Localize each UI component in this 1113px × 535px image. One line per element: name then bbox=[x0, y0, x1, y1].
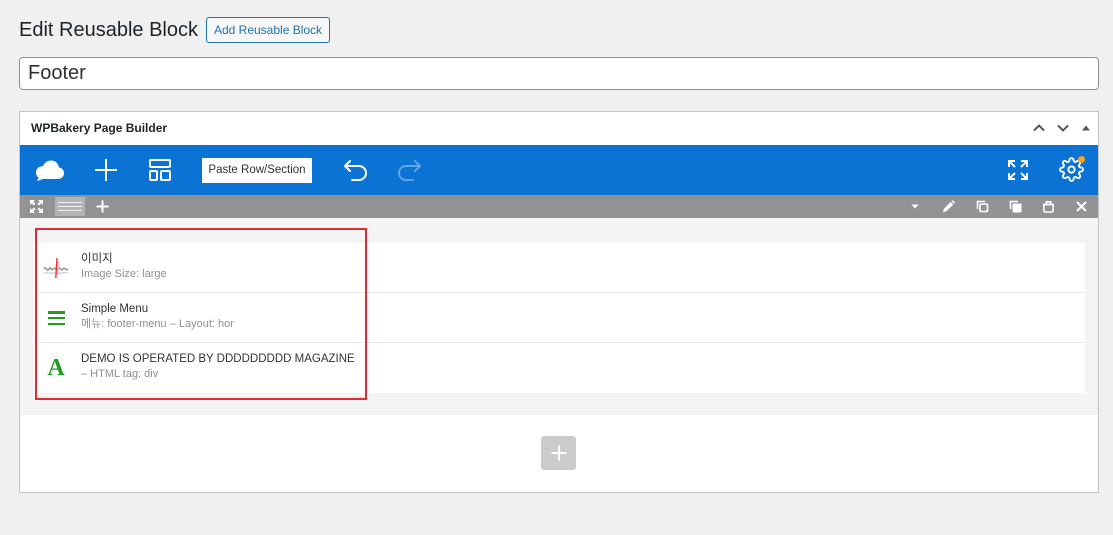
list-item[interactable]: Simple Menu 메뉴: footer-menu – Layout: ho… bbox=[34, 293, 1085, 343]
element-meta: – HTML tag: div bbox=[81, 368, 159, 380]
page-builder-panel: WPBakery Page Builder Paste Row/Section bbox=[19, 111, 1099, 493]
page-header: Edit Reusable Block Add Reusable Block bbox=[19, 17, 331, 43]
list-item-text: Simple Menu 메뉴: footer-menu – Layout: ho… bbox=[81, 302, 234, 332]
element-list: 이미지 Image Size: large Simple Menu 메뉴: fo… bbox=[34, 243, 1085, 393]
paste-row-section-button[interactable]: Paste Row/Section bbox=[202, 158, 312, 183]
triangle-up-icon[interactable] bbox=[1081, 123, 1091, 133]
plus-icon bbox=[551, 445, 566, 461]
pencil-icon[interactable] bbox=[942, 200, 955, 213]
element-title: Simple Menu bbox=[81, 303, 149, 315]
text-icon-glyph: A bbox=[47, 355, 65, 381]
element-title: 이미지 bbox=[81, 253, 113, 265]
row-controls bbox=[20, 195, 1098, 218]
caret-down-icon[interactable] bbox=[908, 200, 921, 213]
redo-icon[interactable] bbox=[396, 158, 422, 182]
drag-handle-icon[interactable] bbox=[55, 197, 85, 216]
list-item[interactable]: 이미지 Image Size: large bbox=[34, 243, 1085, 293]
add-element-plus-icon[interactable] bbox=[94, 158, 118, 182]
undo-icon[interactable] bbox=[343, 158, 369, 182]
list-item-text: 이미지 Image Size: large bbox=[81, 252, 167, 282]
chevron-up-icon[interactable] bbox=[1032, 121, 1046, 135]
chevron-down-icon[interactable] bbox=[1056, 121, 1070, 135]
panel-header: WPBakery Page Builder bbox=[20, 112, 1098, 145]
layout-icon[interactable] bbox=[148, 158, 172, 182]
add-reusable-block-button[interactable]: Add Reusable Block bbox=[205, 17, 331, 43]
element-meta: 메뉴: footer-menu – Layout: hor bbox=[81, 318, 234, 330]
builder-navbar: Paste Row/Section bbox=[20, 145, 1098, 195]
panel-title: WPBakery Page Builder bbox=[31, 121, 168, 135]
clone-icon[interactable] bbox=[1009, 200, 1022, 213]
gear-icon[interactable] bbox=[1059, 156, 1085, 182]
cloud-icon[interactable] bbox=[35, 158, 65, 182]
close-icon[interactable] bbox=[1075, 200, 1088, 213]
notification-dot bbox=[1078, 156, 1085, 163]
element-title: DEMO IS OPERATED BY DDDDDDDDD MAGAZINE bbox=[81, 353, 355, 365]
add-element-button[interactable] bbox=[541, 436, 576, 470]
list-item[interactable]: A DEMO IS OPERATED BY DDDDDDDDD MAGAZINE… bbox=[34, 343, 1085, 393]
add-column-plus-icon[interactable] bbox=[96, 200, 109, 213]
bag-icon[interactable] bbox=[1042, 200, 1055, 213]
page-title: Edit Reusable Block bbox=[19, 19, 198, 41]
expand-icon[interactable] bbox=[30, 200, 43, 213]
copy-icon[interactable] bbox=[976, 200, 989, 213]
menu-icon bbox=[42, 304, 70, 332]
image-thumbnail bbox=[42, 254, 70, 282]
title-input[interactable] bbox=[19, 57, 1099, 90]
row-content: 이미지 Image Size: large Simple Menu 메뉴: fo… bbox=[20, 218, 1098, 415]
list-item-text: DEMO IS OPERATED BY DDDDDDDDD MAGAZINE –… bbox=[81, 352, 355, 382]
fullscreen-icon[interactable] bbox=[1006, 158, 1030, 182]
text-icon: A bbox=[42, 354, 70, 382]
element-meta: Image Size: large bbox=[81, 268, 167, 280]
